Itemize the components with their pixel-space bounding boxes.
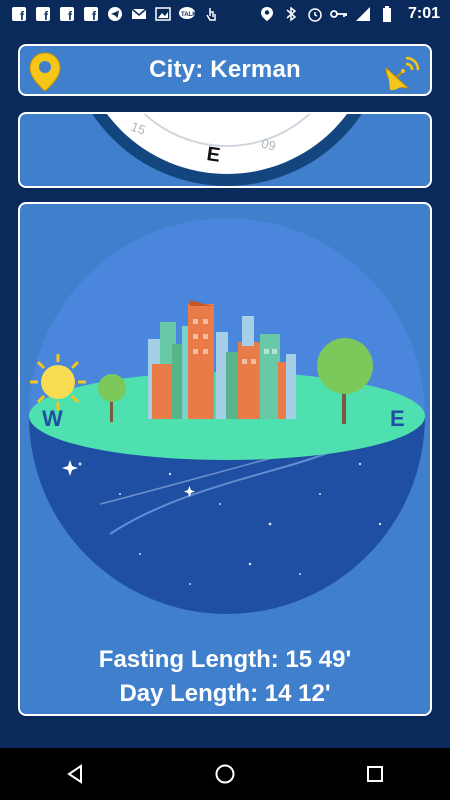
touch-icon	[202, 5, 220, 23]
recents-button[interactable]	[355, 754, 395, 794]
city-header[interactable]: City: Kerman	[18, 44, 432, 96]
telegram-icon	[106, 5, 124, 23]
location-icon	[258, 5, 276, 23]
facebook-icon: f	[58, 5, 76, 23]
recents-square-icon	[367, 766, 383, 782]
satellite-dish-icon[interactable]	[382, 52, 422, 92]
back-triangle-icon	[67, 764, 82, 784]
alarm-icon	[306, 5, 324, 23]
lte-signal-icon	[354, 5, 372, 23]
key-icon	[330, 5, 348, 23]
city-title: City: Kerman	[149, 56, 301, 83]
day-length-text: Day Length: 14 12'	[119, 680, 331, 707]
west-label: W	[42, 406, 63, 431]
status-time: 7:01	[407, 5, 440, 22]
facebook-icon: f	[34, 5, 52, 23]
status-bar: f f f f TALK 7:01	[0, 0, 450, 28]
compass-card: E 15 60	[18, 112, 432, 188]
globe-illustration: W E	[29, 218, 425, 614]
location-pin-icon[interactable]	[28, 52, 62, 92]
navigation-bar	[0, 748, 450, 800]
back-button[interactable]	[55, 754, 95, 794]
facebook-icon: f	[82, 5, 100, 23]
image-icon	[154, 5, 172, 23]
compass-dial: E 15 60	[92, 114, 362, 186]
home-button[interactable]	[205, 754, 245, 794]
gmail-icon	[130, 5, 148, 23]
battery-icon	[378, 5, 396, 23]
home-circle-icon	[215, 764, 235, 784]
fasting-length-text: Fasting Length: 15 49'	[98, 646, 352, 673]
status-left-icons: f f f f TALK	[10, 5, 220, 23]
bluetooth-icon	[282, 5, 300, 23]
app-screen: City: Kerman E 15 60 W E Fasting Length:…	[0, 28, 450, 748]
talk-icon: TALK	[178, 5, 196, 23]
facebook-icon: f	[10, 5, 28, 23]
svg-text:TALK: TALK	[181, 12, 196, 18]
east-label: E	[390, 406, 405, 431]
status-right-icons: 7:01	[258, 5, 440, 23]
day-info-card: W E Fasting Length: 15 49' Day Length: 1…	[18, 202, 432, 716]
